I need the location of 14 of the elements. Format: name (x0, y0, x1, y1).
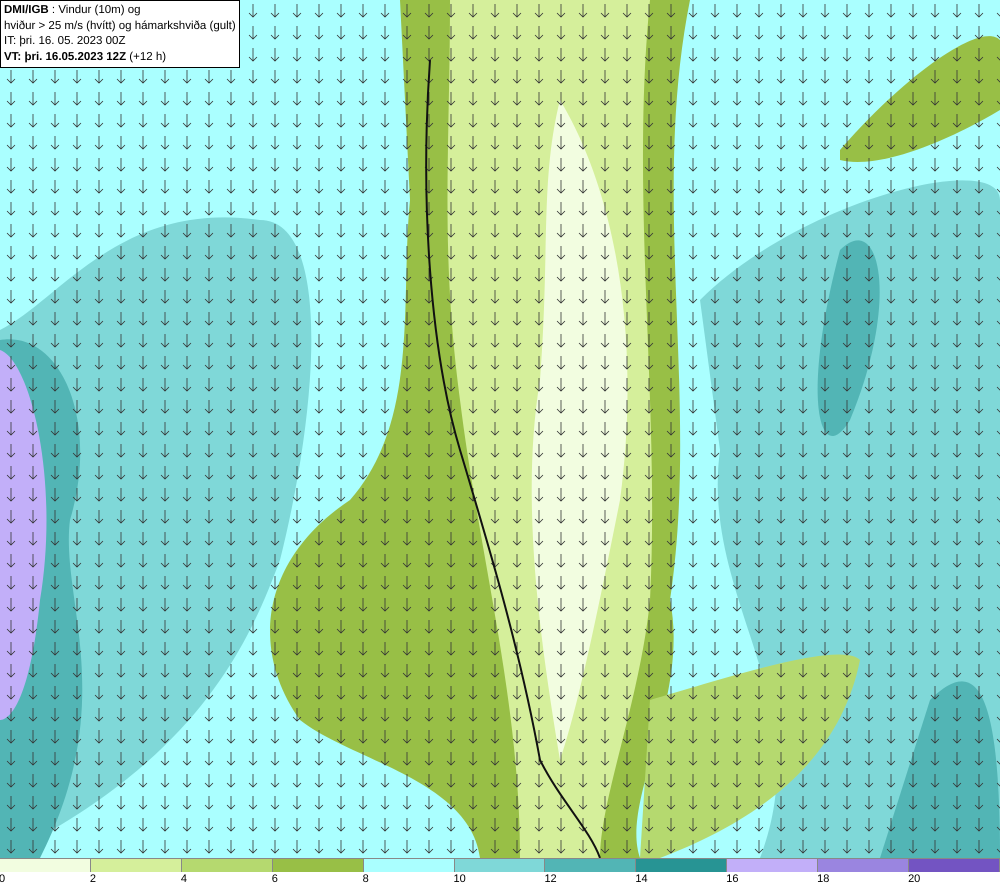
legend-label: 18 (817, 872, 830, 886)
legend-label: 12 (544, 872, 557, 886)
legend-label: 20 (908, 872, 920, 886)
caption-line: IT: þri. 16. 05. 2023 00Z (4, 34, 126, 49)
caption-line: DMI/IGB : Vindur (10m) og (4, 3, 142, 18)
legend-label: 2 (90, 872, 96, 886)
caption-line: VT: þri. 16.05.2023 12Z (+12 h) (4, 50, 168, 64)
legend-label: 14 (635, 872, 648, 886)
legend-label: 6 (272, 872, 278, 886)
legend-label: 16 (726, 872, 738, 886)
caption-line: hviður > 25 m/s (hvítt) og hámarkshviða (gult) (4, 18, 236, 34)
legend-label: 4 (180, 872, 187, 886)
legend-label: 8 (362, 872, 369, 886)
legend-label: 10 (454, 872, 466, 886)
